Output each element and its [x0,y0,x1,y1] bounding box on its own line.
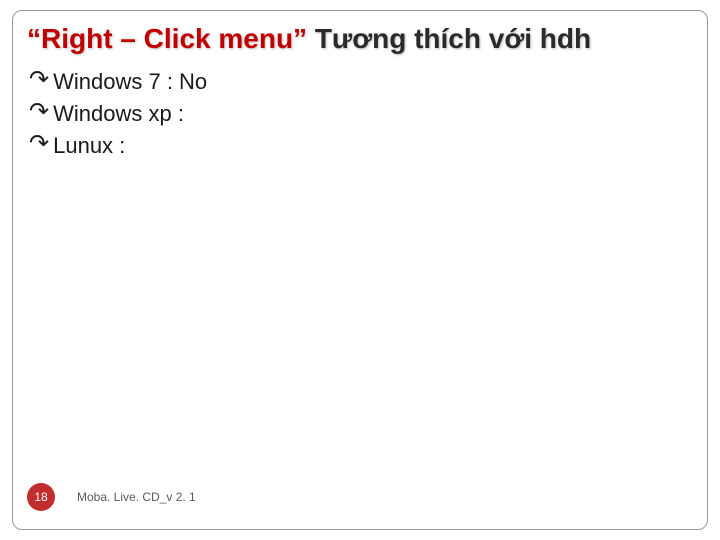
bullet-icon: ↷ [29,69,49,91]
slide-title: “Right – Click menu” Tương thích với hdh [27,23,693,55]
footer-label: Moba. Live. CD_v 2. 1 [77,490,196,504]
list-item: ↷ Lunux : [29,133,693,159]
bullet-icon: ↷ [29,133,49,155]
title-highlight: “Right – Click menu” [27,23,307,54]
list-item: ↷ Windows 7 : No [29,69,693,95]
title-rest: Tương thích với hdh [307,23,591,54]
bullet-icon: ↷ [29,101,49,123]
bullet-text: Windows xp : [53,101,184,127]
bullet-text: Lunux : [53,133,125,159]
slide-frame: “Right – Click menu” Tương thích với hdh… [12,10,708,530]
bullet-list: ↷ Windows 7 : No ↷ Windows xp : ↷ Lunux … [29,69,693,159]
page-number-badge: 18 [27,483,55,511]
footer: 18 Moba. Live. CD_v 2. 1 [27,483,196,511]
list-item: ↷ Windows xp : [29,101,693,127]
bullet-text: Windows 7 : No [53,69,207,95]
